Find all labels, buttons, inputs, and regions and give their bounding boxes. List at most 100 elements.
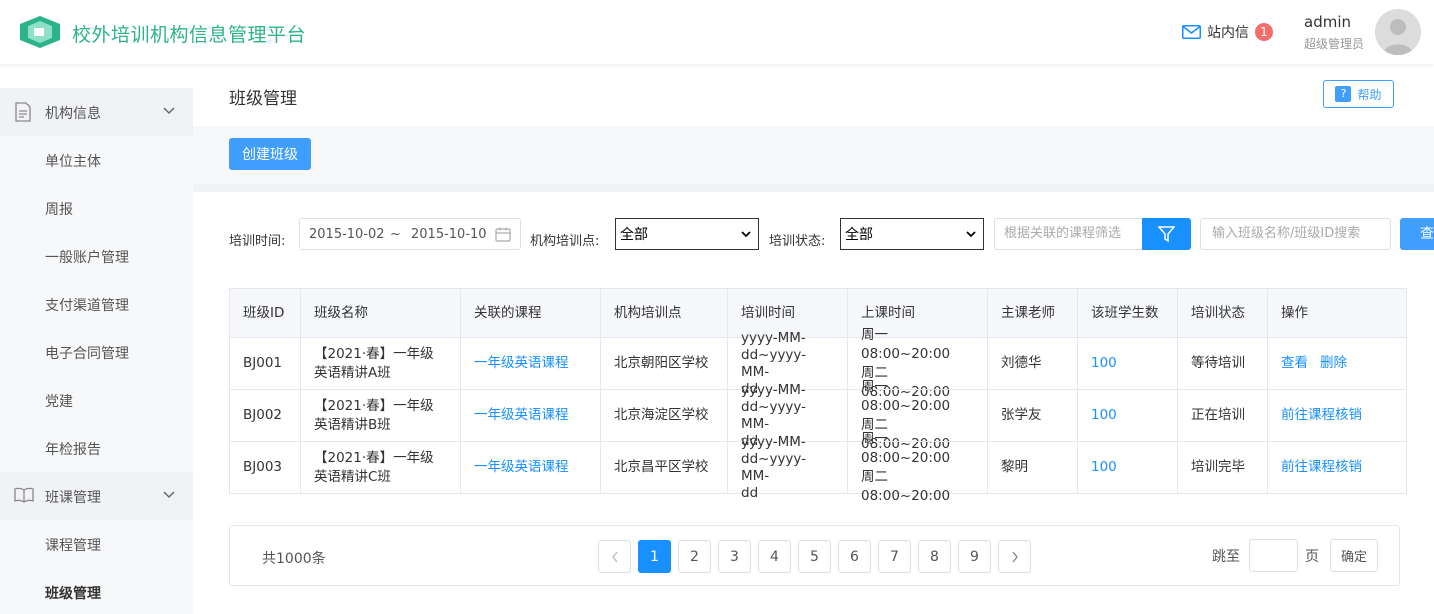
chevron-right-icon <box>1011 551 1018 562</box>
cell-class-name: 【2021·春】一年级 英语精讲A班 <box>300 338 460 389</box>
table-row: BJ003 【2021·春】一年级 英语精讲C班 一年级英语课程 北京昌平区学校… <box>230 431 1406 504</box>
date-end: 2015-10-10 <box>411 227 487 242</box>
cell-class-time: 周一 08:00~20:00 周二 08:00~20:00 <box>847 431 987 504</box>
chevron-down-icon <box>163 491 175 499</box>
help-button[interactable]: ? 帮助 <box>1323 80 1394 108</box>
cell-status: 培训完毕 <box>1177 442 1267 493</box>
class-search-input[interactable]: 输入班级名称/班级ID搜索 <box>1200 218 1391 250</box>
sidebar-item-class-management[interactable]: 班级管理 <box>0 568 193 614</box>
training-time-label: 培训时间: <box>229 234 286 249</box>
main-content: 培训时间: 2015-10-02 ~ 2015-10-10 机构培训点: 全部 … <box>193 192 1434 614</box>
filter-button[interactable] <box>1142 218 1191 250</box>
verify-course-link[interactable]: 前往课程核销 <box>1281 458 1362 477</box>
mail-label: 站内信 <box>1207 25 1249 41</box>
col-header: 关联的课程 <box>460 289 600 337</box>
verify-course-link[interactable]: 前往课程核销 <box>1281 406 1362 425</box>
training-status-label: 培训状态: <box>769 234 826 249</box>
mail-link[interactable]: 站内信 1 <box>1182 22 1273 42</box>
training-status-select[interactable]: 全部 <box>840 218 984 250</box>
page-button-9[interactable]: 9 <box>958 540 991 573</box>
page-button-3[interactable]: 3 <box>718 540 751 573</box>
sidebar-item-e-contract[interactable]: 电子合同管理 <box>0 328 193 376</box>
delete-link[interactable]: 删除 <box>1320 354 1347 373</box>
jump-page-input[interactable] <box>1249 539 1298 572</box>
cell-class-name: 【2021·春】一年级 英语精讲B班 <box>300 390 460 441</box>
page-button-1[interactable]: 1 <box>638 540 671 573</box>
sidebar: 机构信息 单位主体 周报 一般账户管理 支付渠道管理 电子合同管理 党建 年检报… <box>0 64 193 614</box>
cell-operations: 查看 删除 <box>1267 338 1406 389</box>
date-range-picker[interactable]: 2015-10-02 ~ 2015-10-10 <box>299 218 521 250</box>
col-header: 主课老师 <box>987 289 1077 337</box>
class-table: 班级ID 班级名称 关联的课程 机构培训点 培训时间 上课时间 主课老师 该班学… <box>229 288 1407 504</box>
cell-student-count[interactable]: 100 <box>1077 442 1177 493</box>
cell-student-count[interactable]: 100 <box>1077 390 1177 441</box>
cell-class-id: BJ003 <box>243 459 283 475</box>
training-site-select[interactable]: 全部 <box>615 218 759 250</box>
col-header: 班级名称 <box>300 289 460 337</box>
mail-count-badge: 1 <box>1255 23 1273 41</box>
page-button-6[interactable]: 6 <box>838 540 871 573</box>
col-header: 该班学生数 <box>1077 289 1177 337</box>
user-silhouette-icon <box>1375 9 1421 55</box>
query-button[interactable]: 查 <box>1400 218 1434 250</box>
create-class-button[interactable]: 创建班级 <box>229 138 311 170</box>
book-icon <box>14 487 34 503</box>
sidebar-item-course-management[interactable]: 课程管理 <box>0 520 193 568</box>
page-button-8[interactable]: 8 <box>918 540 951 573</box>
cell-course-link[interactable]: 一年级英语课程 <box>460 442 600 493</box>
course-filter-input[interactable]: 根据关联的课程筛选 <box>994 218 1144 250</box>
cell-course-link[interactable]: 一年级英语课程 <box>460 338 600 389</box>
view-link[interactable]: 查看 <box>1281 354 1308 373</box>
logo-icon <box>20 16 60 48</box>
cell-course-link[interactable]: 一年级英语课程 <box>460 390 600 441</box>
cell-status: 正在培训 <box>1177 390 1267 441</box>
cell-student-count[interactable]: 100 <box>1077 338 1177 389</box>
page-title: 班级管理 <box>229 89 297 109</box>
help-icon: ? <box>1335 86 1352 102</box>
pagination: 共1000条 1 2 3 4 5 6 7 8 9 跳至 页 确定 <box>229 525 1400 586</box>
cell-status: 等待培训 <box>1177 338 1267 389</box>
sidebar-item-weekly[interactable]: 周报 <box>0 184 193 232</box>
sidebar-group-class-course[interactable]: 班课管理 <box>0 472 193 520</box>
cell-site: 北京海淀区学校 <box>600 390 727 441</box>
cell-operations: 前往课程核销 <box>1267 442 1406 493</box>
cell-teacher: 刘德华 <box>987 338 1077 389</box>
sidebar-item-annual-report[interactable]: 年检报告 <box>0 424 193 472</box>
user-role: 超级管理员 <box>1304 37 1365 51</box>
prev-page-button[interactable] <box>598 540 631 573</box>
next-page-button[interactable] <box>998 540 1031 573</box>
sidebar-item-general-account[interactable]: 一般账户管理 <box>0 232 193 280</box>
table-row: BJ002 【2021·春】一年级 英语精讲B班 一年级英语课程 北京海淀区学校… <box>230 379 1406 452</box>
app-title: 校外培训机构信息管理平台 <box>72 24 307 46</box>
chevron-down-icon <box>741 231 751 238</box>
table-row: BJ001 【2021·春】一年级 英语精讲A班 一年级英语课程 北京朝阳区学校… <box>230 327 1406 400</box>
action-bar: 创建班级 <box>193 126 1434 184</box>
page-button-7[interactable]: 7 <box>878 540 911 573</box>
page-button-2[interactable]: 2 <box>678 540 711 573</box>
date-separator: ~ <box>390 227 401 242</box>
sidebar-item-payment-channel[interactable]: 支付渠道管理 <box>0 280 193 328</box>
sidebar-item-entity[interactable]: 单位主体 <box>0 136 193 184</box>
page-button-4[interactable]: 4 <box>758 540 791 573</box>
filter-icon <box>1158 226 1175 243</box>
mail-icon <box>1182 25 1201 39</box>
avatar[interactable] <box>1375 9 1421 55</box>
chevron-left-icon <box>611 551 618 562</box>
sidebar-group-org-info[interactable]: 机构信息 <box>0 88 193 136</box>
page-topbar: 班级管理 ? 帮助 <box>193 64 1434 126</box>
cell-class-id: BJ002 <box>243 407 283 423</box>
user-name[interactable]: admin <box>1304 13 1351 31</box>
chevron-down-icon <box>163 107 175 115</box>
cell-class-id: BJ001 <box>243 355 283 371</box>
app-header: 校外培训机构信息管理平台 站内信 1 admin 超级管理员 <box>0 0 1434 64</box>
date-start: 2015-10-02 <box>309 227 385 242</box>
jump-label: 跳至 <box>1212 549 1240 565</box>
sidebar-item-party[interactable]: 党建 <box>0 376 193 424</box>
chevron-down-icon <box>966 231 976 238</box>
cell-class-name: 【2021·春】一年级 英语精讲C班 <box>300 442 460 493</box>
page-button-5[interactable]: 5 <box>798 540 831 573</box>
sidebar-group-label: 机构信息 <box>45 106 101 122</box>
confirm-jump-button[interactable]: 确定 <box>1330 539 1378 572</box>
training-site-label: 机构培训点: <box>530 234 600 249</box>
total-count: 共1000条 <box>262 551 326 567</box>
